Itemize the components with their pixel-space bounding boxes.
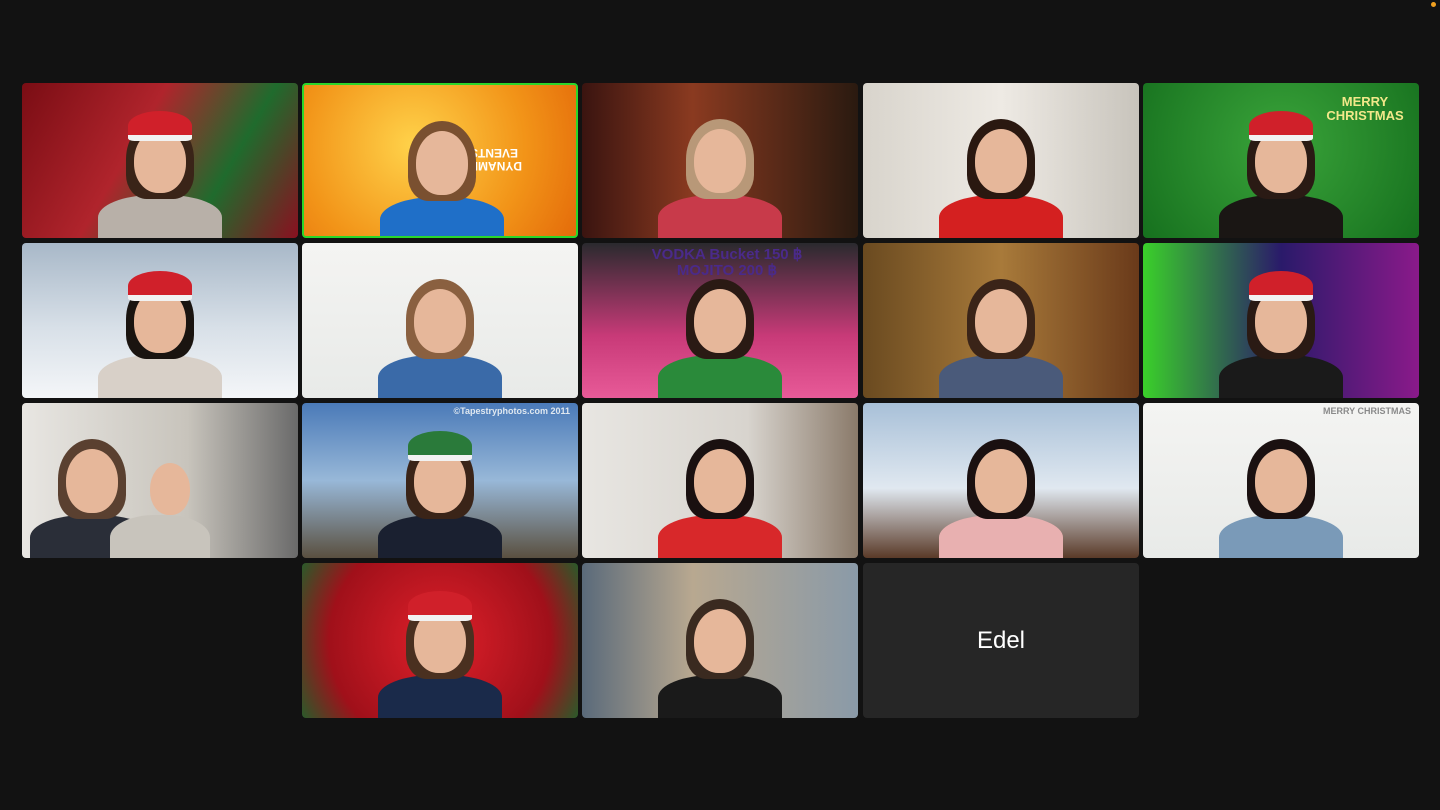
santa-hat	[1249, 271, 1313, 301]
recording-indicator-dot	[1431, 2, 1436, 7]
participant-video-tile[interactable]: VODKA Bucket 150 ฿ MOJITO 200 ฿	[582, 243, 858, 398]
background-text: VODKA Bucket 150 ฿ MOJITO 200 ฿	[651, 246, 803, 279]
participant-video-tile[interactable]	[302, 563, 578, 718]
santa-hat	[408, 431, 472, 461]
participant-body	[658, 195, 782, 238]
participant-face	[694, 449, 746, 513]
participant-face	[414, 289, 466, 353]
participant-body	[1219, 195, 1343, 238]
participant-body	[1219, 515, 1343, 558]
participant-body	[98, 195, 222, 238]
participant-name: Edel	[976, 626, 1026, 654]
santa-hat	[408, 591, 472, 621]
participant-body	[380, 197, 504, 236]
participant-video-tile[interactable]	[1143, 243, 1419, 398]
participant-face	[66, 449, 118, 513]
participant-body	[378, 355, 502, 398]
participant-video-tile[interactable]	[582, 83, 858, 238]
participant-video-tile[interactable]	[582, 563, 858, 718]
participant-video-tile[interactable]	[22, 243, 298, 398]
participant-body	[658, 515, 782, 558]
background-text: MERRY CHRISTMAS	[1326, 94, 1404, 123]
santa-hat	[128, 111, 192, 141]
participant-body	[939, 355, 1063, 398]
participant-body	[658, 675, 782, 718]
participant-face	[975, 129, 1027, 193]
participant-video-tile[interactable]	[863, 83, 1139, 238]
background-text: MERRY CHRISTMAS	[1322, 406, 1411, 416]
participant-body	[378, 515, 502, 558]
participant-video-tile[interactable]: MERRY CHRISTMAS	[1143, 403, 1419, 558]
participant-tile-edel[interactable]: Edel	[863, 563, 1139, 718]
participant-face	[694, 609, 746, 673]
participant-body	[939, 515, 1063, 558]
participant-video-tile[interactable]: ©Tapestryphotos.com 2011	[302, 403, 578, 558]
participant-body	[658, 355, 782, 398]
participant-face	[416, 131, 468, 195]
participant-body	[110, 515, 210, 558]
participant-video-tile[interactable]: DYNAMIC EVENTS	[302, 83, 578, 238]
participant-body	[378, 675, 502, 718]
participant-face	[694, 129, 746, 193]
participant-body	[98, 355, 222, 398]
santa-hat	[128, 271, 192, 301]
participant-body	[1219, 355, 1343, 398]
participant-body	[939, 195, 1063, 238]
participant-video-tile[interactable]	[302, 243, 578, 398]
participant-face	[694, 289, 746, 353]
participant-face	[975, 289, 1027, 353]
background-text: ©Tapestryphotos.com 2011	[453, 406, 570, 416]
participant-video-tile[interactable]	[863, 243, 1139, 398]
participant-video-tile[interactable]	[22, 83, 298, 238]
participant-face	[150, 463, 190, 515]
participant-video-tile[interactable]	[22, 403, 298, 558]
participant-video-tile[interactable]: MERRY CHRISTMAS	[1143, 83, 1419, 238]
participant-video-tile[interactable]	[863, 403, 1139, 558]
participant-face	[1255, 449, 1307, 513]
participant-video-tile[interactable]	[582, 403, 858, 558]
participant-face	[975, 449, 1027, 513]
santa-hat	[1249, 111, 1313, 141]
